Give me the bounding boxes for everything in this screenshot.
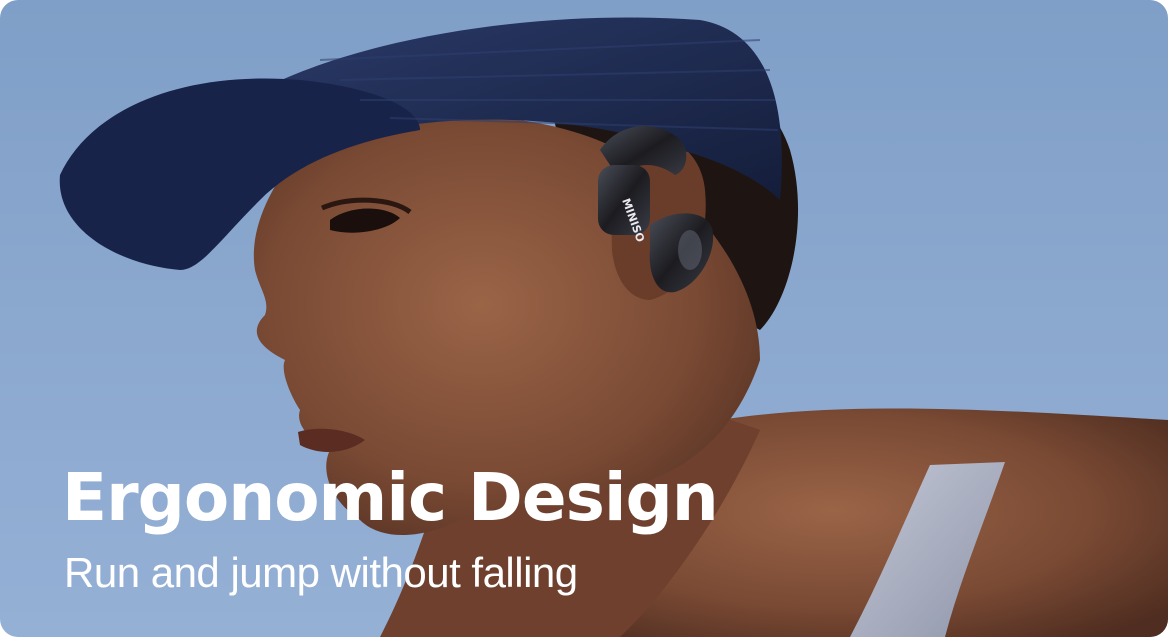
subline: Run and jump without falling — [64, 549, 578, 596]
product-banner: MINISO Ergonomic Design Run and jump wit… — [0, 0, 1168, 637]
headline: Ergonomic Design — [62, 459, 719, 536]
athlete-photo: MINISO — [59, 17, 1168, 637]
